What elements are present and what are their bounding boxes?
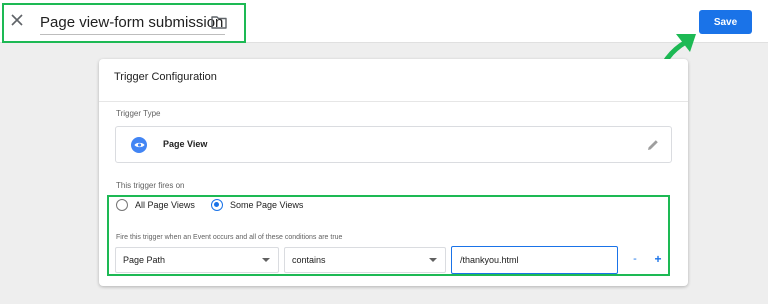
trigger-type-label: Trigger Type (116, 109, 161, 118)
chevron-down-icon (262, 258, 270, 262)
condition-description: Fire this trigger when an Event occurs a… (116, 234, 343, 241)
close-icon[interactable] (9, 12, 25, 28)
pencil-icon[interactable] (646, 138, 660, 152)
save-button[interactable]: Save (699, 10, 752, 34)
trigger-configuration-card: Trigger Configuration Trigger Type Page … (99, 59, 688, 286)
radio-label: Some Page Views (230, 200, 304, 210)
folder-icon[interactable] (211, 15, 227, 29)
chevron-down-icon (429, 258, 437, 262)
radio-button-selected[interactable] (211, 199, 223, 211)
radio-label: All Page Views (135, 200, 195, 210)
variable-select[interactable]: Page Path (115, 247, 279, 273)
trigger-type-name: Page View (163, 139, 208, 149)
variable-select-value: Page Path (123, 255, 166, 265)
trigger-type-selector[interactable]: Page View (115, 126, 672, 163)
radio-all-page-views[interactable]: All Page Views (116, 199, 195, 211)
radio-some-page-views[interactable]: Some Page Views (211, 199, 303, 211)
condition-value-input[interactable]: /thankyou.html (451, 246, 618, 274)
radio-button[interactable] (116, 199, 128, 211)
operator-select[interactable]: contains (284, 247, 446, 273)
remove-condition-button[interactable]: - (630, 251, 640, 267)
eye-icon (131, 137, 147, 153)
operator-select-value: contains (292, 255, 326, 265)
fires-on-label: This trigger fires on (116, 181, 185, 190)
add-condition-button[interactable]: + (652, 251, 664, 267)
card-title: Trigger Configuration (99, 59, 688, 102)
trigger-name-field[interactable]: Page view-form submission (40, 13, 226, 35)
